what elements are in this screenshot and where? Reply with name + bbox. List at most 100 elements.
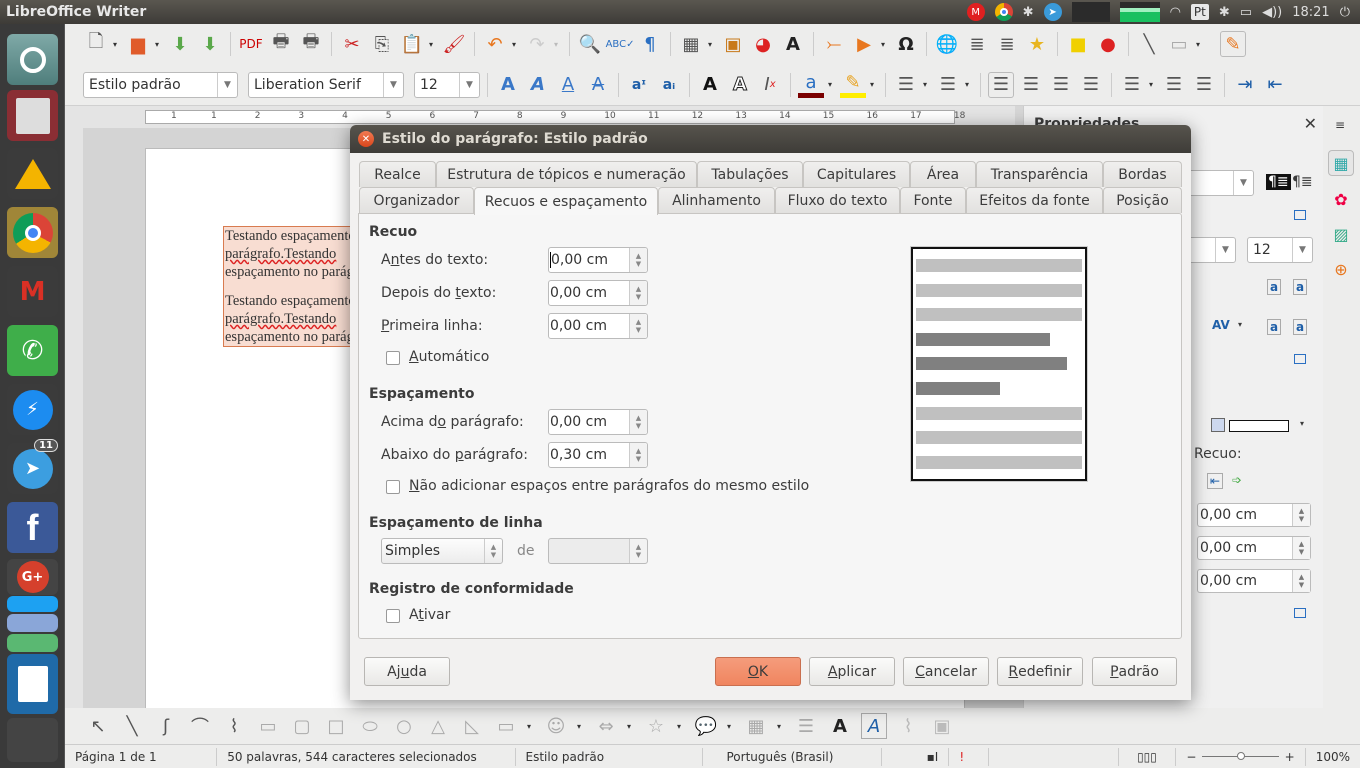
update-style-icon[interactable]: ¶≣ [1292, 174, 1313, 190]
select-arrows[interactable]: ▲ ▼ [484, 539, 502, 563]
bookmark-icon[interactable]: ★ [1024, 31, 1050, 57]
clock[interactable]: 18:21 [1292, 5, 1329, 20]
print-preview-icon[interactable]: 🖶 [298, 31, 324, 57]
bold-icon[interactable]: A [495, 72, 521, 98]
block-arrows-icon[interactable]: ⇔ [593, 713, 619, 739]
line-tool-icon[interactable]: ╲ [119, 713, 145, 739]
first-line-value[interactable]: 0,00 cm [550, 318, 607, 334]
export-pdf-icon[interactable]: PDF [238, 31, 264, 57]
before-text-spin[interactable]: 0,00 cm ▲ ▼ [548, 247, 648, 273]
zoom-in-icon[interactable]: + [1285, 750, 1295, 764]
chevron-down-icon[interactable]: ▾ [677, 722, 685, 731]
launcher-files-icon[interactable] [7, 90, 58, 141]
launcher-telegram-icon[interactable]: ➤ 11 [7, 439, 58, 494]
launcher-whatsapp-icon[interactable]: ✆ [7, 325, 58, 376]
tab-realce[interactable]: Realce [359, 161, 436, 187]
no-space-same-style-label[interactable]: Não adicionar espaços entre parágrafos d… [409, 478, 809, 494]
activate-register-checkbox[interactable] [386, 609, 400, 623]
tab-efeitos-fonte[interactable]: Efeitos da fonte [966, 187, 1103, 213]
word-count[interactable]: 50 palavras, 544 caracteres selecionados [217, 747, 516, 766]
sidebar-after-indent-spin[interactable]: 0,00 cm ▲ ▼ [1197, 536, 1311, 560]
superscript-icon[interactable]: aᶦ [626, 72, 652, 98]
comment-icon[interactable]: ■ [1065, 31, 1091, 57]
chevron-down-icon[interactable]: ▾ [727, 722, 735, 731]
shadow-icon[interactable]: A [697, 72, 723, 98]
special-character-icon[interactable]: Ω [893, 31, 919, 57]
above-paragraph-value[interactable]: 0,00 cm [550, 414, 607, 430]
document-modified-icon[interactable]: ! [949, 747, 990, 766]
open-dropdown-arrow[interactable]: ▾ [155, 40, 163, 49]
chevron-down-icon[interactable]: ▾ [1300, 419, 1304, 428]
tab-tabulacoes[interactable]: Tabulações [697, 161, 803, 187]
subscript-icon[interactable]: aᵢ [656, 72, 682, 98]
basic-shapes-icon[interactable]: ▭ [493, 713, 519, 739]
rounded-rectangle-icon[interactable]: ▢ [289, 713, 315, 739]
draw-textbox-icon[interactable]: A [827, 713, 853, 739]
character-spacing-dropdown-arrow[interactable]: ▾ [1238, 320, 1242, 329]
basic-shapes-icon[interactable]: ▭ [1166, 31, 1192, 57]
symbol-shapes-icon[interactable]: ☺ [543, 713, 569, 739]
below-paragraph-spin[interactable]: 0,30 cm ▲ ▼ [548, 442, 648, 468]
extrusion-icon[interactable]: ▣ [929, 713, 955, 739]
page-style[interactable]: Estilo padrão [516, 747, 703, 766]
sidebar-superscript-icon[interactable]: a [1267, 319, 1282, 335]
tab-recuos-espacamento[interactable]: Recuos e espaçamento [474, 187, 658, 215]
insert-field-icon[interactable]: ▶ [851, 31, 877, 57]
paste-icon[interactable]: 📋 [399, 31, 425, 57]
launcher-trash-icon[interactable] [7, 718, 58, 762]
tab-area[interactable]: Área [910, 161, 976, 187]
square-icon[interactable]: □ [323, 713, 349, 739]
find-replace-icon[interactable]: 🔍 [577, 31, 603, 57]
align-right-icon[interactable]: ☰ [1048, 72, 1074, 98]
more-options-icon[interactable] [1294, 608, 1306, 618]
highlight-dropdown-arrow[interactable]: ▾ [870, 80, 878, 89]
insert-table-icon[interactable]: ▦ [678, 31, 704, 57]
chevron-down-icon[interactable]: ▼ [1215, 238, 1235, 262]
spin-buttons[interactable]: ▲ ▼ [1292, 504, 1310, 526]
polygon-icon[interactable]: ⌇ [221, 713, 247, 739]
fontwork-icon[interactable]: A [861, 713, 887, 739]
new-document-icon[interactable]: 🗋 [83, 31, 109, 57]
redo-dropdown-arrow[interactable]: ▾ [554, 40, 562, 49]
navigator-tab-icon[interactable]: ⊕ [1328, 256, 1354, 282]
zoom-slider[interactable]: − + [1176, 747, 1306, 766]
paragraph[interactable]: Testando espaçamento no parágrafo.Testand… [225, 292, 362, 346]
chevron-down-icon[interactable]: ▼ [217, 72, 237, 97]
right-triangle-icon[interactable]: ◺ [459, 713, 485, 739]
chevron-down-icon[interactable]: ▼ [1233, 171, 1253, 195]
properties-tab-icon[interactable]: ▦ [1328, 150, 1354, 176]
wifi-icon[interactable]: ◠ [1170, 5, 1181, 20]
new-style-icon[interactable]: ¶≣ [1266, 174, 1291, 190]
spin-buttons[interactable]: ▲ ▼ [629, 248, 647, 272]
rectangle-icon[interactable]: ▭ [255, 713, 281, 739]
digital-signature[interactable] [989, 747, 1119, 766]
zoom-track[interactable] [1202, 752, 1279, 760]
paragraph-color-swatch[interactable] [1229, 420, 1289, 432]
gallery-tab-icon[interactable]: ▨ [1328, 221, 1354, 247]
spin-buttons[interactable]: ▲ ▼ [629, 410, 647, 434]
clone-formatting-icon[interactable]: 🖌 [441, 31, 467, 57]
sidebar-decrease-indent-icon[interactable]: ⇤ [1207, 473, 1224, 489]
line-spacing-icon[interactable]: ☰ [1119, 72, 1145, 98]
font-name-combo[interactable]: Liberation Serif ▼ [248, 71, 404, 98]
more-options-icon[interactable] [1294, 210, 1306, 220]
insert-page-break-icon[interactable]: ⤚ [821, 31, 847, 57]
clear-formatting-icon[interactable]: Ix [757, 72, 783, 98]
points-icon[interactable]: ⌇ [895, 713, 921, 739]
reset-button[interactable]: Redefinir [997, 657, 1083, 686]
spelling-icon[interactable]: ABC✓ [606, 31, 635, 57]
decrease-indent-icon[interactable]: ⇤ [1262, 72, 1288, 98]
launcher-dash-icon[interactable] [7, 34, 58, 85]
zoom-handle[interactable] [1236, 752, 1245, 760]
curve-icon[interactable]: ⌒ [187, 713, 213, 739]
launcher-stacked-app-icon[interactable] [7, 614, 58, 632]
cancel-button[interactable]: Cancelar [903, 657, 989, 686]
paragraph-style-combo[interactable]: Estilo padrão ▼ [83, 71, 238, 98]
chrome-tray-icon[interactable] [994, 3, 1013, 21]
launcher-gmail-icon[interactable]: M [7, 266, 58, 317]
sidebar-before-indent-spin[interactable]: 0,00 cm ▲ ▼ [1197, 503, 1311, 527]
view-layout-icons[interactable]: ▯▯▯ [1119, 747, 1177, 766]
line-spacing-select[interactable]: Simples ▲ ▼ [381, 538, 503, 564]
undo-dropdown-arrow[interactable]: ▾ [512, 40, 520, 49]
decrease-paragraph-spacing-icon[interactable]: ☰ [1191, 72, 1217, 98]
